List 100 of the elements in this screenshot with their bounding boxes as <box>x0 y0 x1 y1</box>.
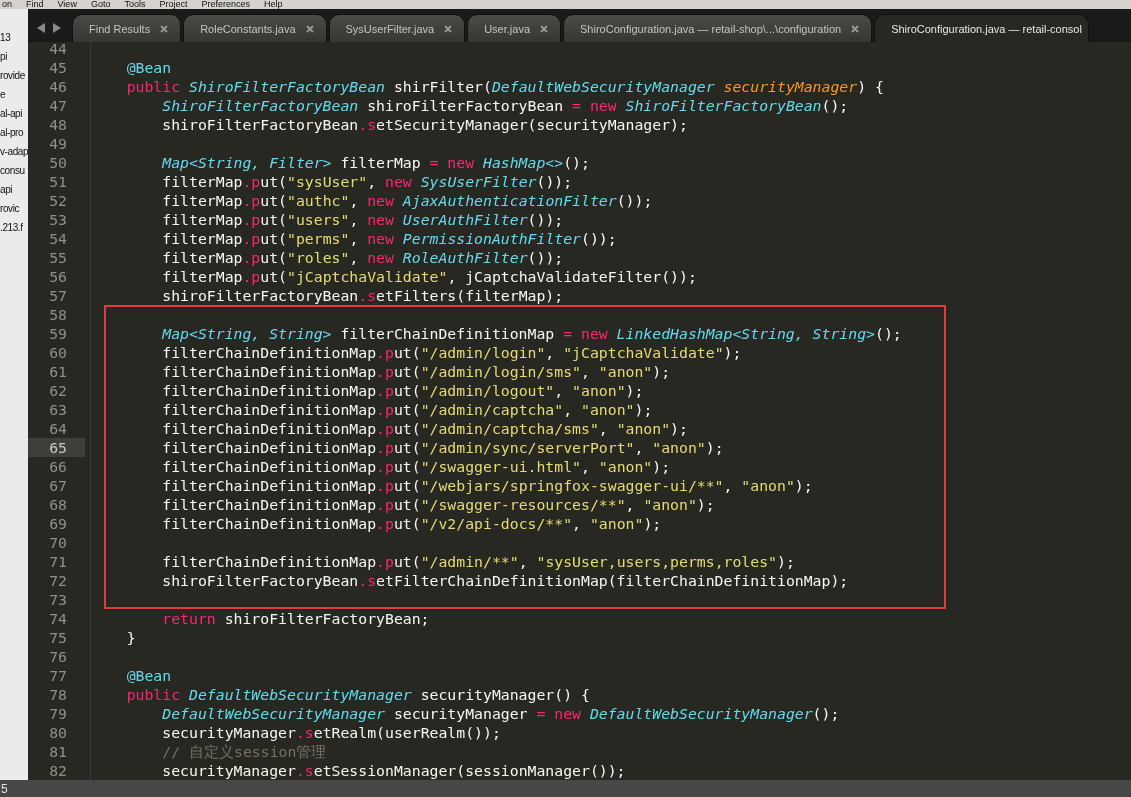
line-number: 75 <box>48 628 68 647</box>
line-number: 76 <box>48 647 68 666</box>
tab[interactable]: User.java <box>467 14 562 42</box>
line-number: 73 <box>48 590 68 609</box>
code-line: shiroFilterFactoryBean.setFilters(filterMap); <box>161 286 564 305</box>
tab[interactable]: SysUserFilter.java <box>328 14 466 42</box>
sidebar-item[interactable]: 13 <box>0 28 28 47</box>
sidebar-item[interactable]: e <box>0 85 28 104</box>
scroll-right-icon[interactable] <box>52 22 62 34</box>
code-line: // 自定义session管理 <box>161 742 327 761</box>
line-number: 44 <box>48 42 68 58</box>
scroll-left-icon[interactable] <box>36 22 46 34</box>
menu-item[interactable]: Goto <box>90 0 111 9</box>
menu-item[interactable]: Preferences <box>201 0 250 9</box>
line-number: 72 <box>48 571 68 590</box>
code-line: } <box>125 628 136 647</box>
tab[interactable]: ShiroConfiguration.java — retail-consol <box>874 14 1089 42</box>
line-number: 60 <box>48 343 68 362</box>
sidebar-item[interactable]: al-pro <box>0 123 28 142</box>
line-number: 69 <box>48 514 68 533</box>
tab[interactable]: Find Results <box>72 14 182 42</box>
code-line: DefaultWebSecurityManager securityManager = new DefaultWebSecurityManager(); <box>161 704 840 723</box>
sidebar-item[interactable]: v-adap <box>0 142 28 161</box>
close-icon[interactable] <box>160 24 169 33</box>
sidebar-item[interactable]: consu <box>0 161 28 180</box>
line-number: 80 <box>48 723 68 742</box>
code-line: filterMap.put("sysUser", new SysUserFilter()); <box>161 172 573 191</box>
line-number: 54 <box>48 229 68 248</box>
code-line: filterMap.put("users", new UserAuthFilter()); <box>161 210 564 229</box>
code-line: filterMap.put("authc", new AjaxAuthenticationFilter()); <box>161 191 653 210</box>
sidebar-item[interactable]: al-api <box>0 104 28 123</box>
code-line: filterMap.put("perms", new PermissionAuthFilter()); <box>161 229 617 248</box>
sidebar-item[interactable]: rovide <box>0 66 28 85</box>
line-number: 59 <box>48 324 68 343</box>
line-number: 50 <box>48 153 68 172</box>
code-line: return shiroFilterFactoryBean; <box>161 609 430 628</box>
line-number: 48 <box>48 115 68 134</box>
line-number: 61 <box>48 362 68 381</box>
code-line: filterChainDefinitionMap.put("/admin/**", "sysUser,users,perms,roles"); <box>161 552 795 571</box>
menu-item[interactable]: View <box>57 0 77 9</box>
code-line: filterChainDefinitionMap.put("/swagger-ui.html", "anon"); <box>161 457 671 476</box>
close-icon[interactable] <box>851 24 860 33</box>
code-line: filterChainDefinitionMap.put("/admin/logout", "anon"); <box>161 381 644 400</box>
code-line: Map<String, String> filterChainDefinitionMap = new LinkedHashMap<String, String>(); <box>161 324 902 343</box>
line-number: 57 <box>48 286 68 305</box>
line-number: 66 <box>48 457 68 476</box>
status-text: 5 <box>0 781 8 796</box>
line-number: 47 <box>48 96 68 115</box>
line-number: 52 <box>48 191 68 210</box>
code-line: shiroFilterFactoryBean.setFilterChainDefinitionMap(filterChainDefinitionMap); <box>161 571 849 590</box>
close-icon[interactable] <box>540 24 549 33</box>
code-line: filterChainDefinitionMap.put("/webjars/springfox-swagger-ui/**", "anon"); <box>161 476 813 495</box>
line-number: 77 <box>48 666 68 685</box>
sidebar-item[interactable]: .213.f <box>0 218 28 237</box>
code-line: @Bean <box>125 666 172 685</box>
sidebar-item[interactable]: rovic <box>0 199 28 218</box>
menu-item[interactable]: Help <box>263 0 283 9</box>
line-number: 79 <box>48 704 68 723</box>
menu-item[interactable]: on <box>2 0 12 9</box>
line-number: 70 <box>48 533 68 552</box>
line-number: 56 <box>48 267 68 286</box>
code-line: filterChainDefinitionMap.put("/admin/sync/serverPort", "anon"); <box>161 438 724 457</box>
menu-item[interactable]: Find <box>26 0 44 9</box>
code-line: filterChainDefinitionMap.put("/admin/login/sms", "anon"); <box>161 362 671 381</box>
line-number: 64 <box>48 419 68 438</box>
code-line: filterChainDefinitionMap.put("/v2/api-docs/**", "anon"); <box>161 514 662 533</box>
menu-item[interactable]: Project <box>159 0 188 9</box>
line-number: 45 <box>48 58 68 77</box>
line-number: 53 <box>48 210 68 229</box>
code-line: @Bean <box>125 58 172 77</box>
line-number: 46 <box>48 77 68 96</box>
code-line: filterChainDefinitionMap.put("/admin/login", "jCaptchaValidate"); <box>161 343 742 362</box>
line-number: 51 <box>48 172 68 191</box>
code-line: securityManager.setSessionManager(sessionManager()); <box>161 761 626 780</box>
sidebar-item[interactable]: pi <box>0 47 28 66</box>
line-number: 74 <box>48 609 68 628</box>
code-line: public ShiroFilterFactoryBean shirFilter(DefaultWebSecurityManager securityManager) { <box>125 77 884 96</box>
tab[interactable]: RoleConstants.java <box>183 14 327 42</box>
sidebar-item[interactable]: api <box>0 180 28 199</box>
line-number: 78 <box>48 685 68 704</box>
line-number: 68 <box>48 495 68 514</box>
line-number: 58 <box>48 305 68 324</box>
code-line: filterMap.put("roles", new RoleAuthFilter()); <box>161 248 564 267</box>
code-line: securityManager.setRealm(userRealm()); <box>161 723 501 742</box>
code-line: Map<String, Filter> filterMap = new HashMap<>(); <box>161 153 590 172</box>
line-number: 81 <box>48 742 68 761</box>
close-icon[interactable] <box>444 24 453 33</box>
menu-item[interactable]: Tools <box>124 0 146 9</box>
line-number: 71 <box>48 552 68 571</box>
tab[interactable]: ShiroConfiguration.java — retail-shop\...\configuration <box>563 14 873 42</box>
line-number: 62 <box>48 381 68 400</box>
close-icon[interactable] <box>305 24 314 33</box>
code-line: public DefaultWebSecurityManager securityManager() { <box>125 685 590 704</box>
code-line: filterChainDefinitionMap.put("/swagger-resources/**", "anon"); <box>161 495 715 514</box>
code-line: filterChainDefinitionMap.put("/admin/captcha/sms", "anon"); <box>161 419 688 438</box>
line-number: 82 <box>48 761 68 780</box>
code-line: filterMap.put("jCaptchaValidate", jCaptchaValidateFilter()); <box>161 267 697 286</box>
line-number: 55 <box>48 248 68 267</box>
line-number: 49 <box>48 134 68 153</box>
code-line: filterChainDefinitionMap.put("/admin/captcha", "anon"); <box>161 400 653 419</box>
